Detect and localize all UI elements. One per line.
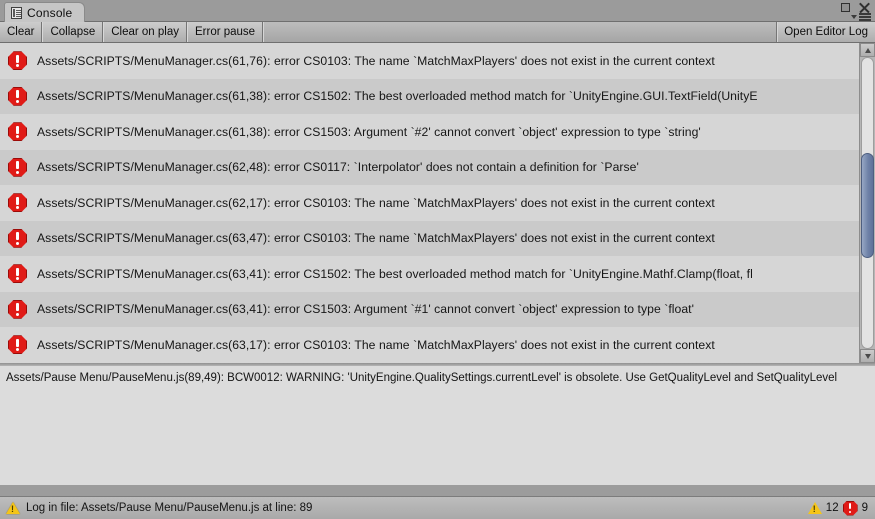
error-icon xyxy=(8,157,27,177)
error-icon xyxy=(8,299,27,319)
log-entry-text: Assets/SCRIPTS/MenuManager.cs(63,17): er… xyxy=(37,337,715,352)
scroll-up-arrow-icon[interactable] xyxy=(860,43,875,57)
hamburger-icon xyxy=(859,13,871,21)
log-entry-row[interactable]: Assets/SCRIPTS/MenuManager.cs(63,17): er… xyxy=(0,327,875,363)
status-counters: 12 9 xyxy=(807,500,870,516)
error-icon xyxy=(8,51,27,71)
log-entry-row[interactable]: Assets/SCRIPTS/MenuManager.cs(63,41): er… xyxy=(0,291,875,327)
log-entry-text: Assets/SCRIPTS/MenuManager.cs(61,38): er… xyxy=(37,89,758,104)
toolbar-spacer xyxy=(263,22,777,42)
log-entry-row[interactable]: Assets/SCRIPTS/MenuManager.cs(63,41): er… xyxy=(0,256,875,292)
log-entry-row[interactable]: Assets/SCRIPTS/MenuManager.cs(63,47): er… xyxy=(0,220,875,256)
open-editor-log-button[interactable]: Open Editor Log xyxy=(776,22,875,42)
error-count-icon xyxy=(842,500,858,516)
log-entry-text: Assets/SCRIPTS/MenuManager.cs(61,38): er… xyxy=(37,124,701,139)
log-entry-list[interactable]: Assets/SCRIPTS/MenuManager.cs(61,76): er… xyxy=(0,43,875,363)
clear-button[interactable]: Clear xyxy=(0,22,43,42)
log-entry-row[interactable]: Assets/SCRIPTS/MenuManager.cs(62,17): er… xyxy=(0,185,875,221)
warning-count: 12 xyxy=(825,502,839,514)
scroll-down-arrow-icon[interactable] xyxy=(860,349,875,363)
error-icon xyxy=(8,335,27,355)
error-icon xyxy=(8,264,27,284)
error-icon xyxy=(8,228,27,248)
log-entry-text: Assets/SCRIPTS/MenuManager.cs(62,48): er… xyxy=(37,160,639,175)
close-icon[interactable] xyxy=(859,2,870,13)
log-entry-text: Assets/SCRIPTS/MenuManager.cs(62,17): er… xyxy=(37,195,715,210)
log-vertical-scrollbar[interactable] xyxy=(859,43,875,363)
tab-console[interactable]: Console xyxy=(4,2,86,22)
clear-on-play-button[interactable]: Clear on play xyxy=(103,22,187,42)
log-detail-text: Assets/Pause Menu/PauseMenu.js(89,49): B… xyxy=(6,372,838,384)
log-entry-row[interactable]: Assets/SCRIPTS/MenuManager.cs(62,48): er… xyxy=(0,149,875,185)
error-pause-button[interactable]: Error pause xyxy=(187,22,264,42)
log-entry-row[interactable]: Assets/SCRIPTS/MenuManager.cs(61,38): er… xyxy=(0,114,875,150)
log-entry-text: Assets/SCRIPTS/MenuManager.cs(63,41): er… xyxy=(37,302,694,317)
warning-count-icon xyxy=(807,502,822,514)
log-entry-text: Assets/SCRIPTS/MenuManager.cs(61,76): er… xyxy=(37,53,715,68)
warning-icon xyxy=(6,502,20,514)
document-list-icon xyxy=(11,6,22,19)
console-toolbar: Clear Collapse Clear on play Error pause… xyxy=(0,22,875,43)
status-message: Log in file: Assets/Pause Menu/PauseMenu… xyxy=(26,502,313,514)
log-entry-row[interactable]: Assets/SCRIPTS/MenuManager.cs(61,76): er… xyxy=(0,43,875,79)
console-window: Console Clear Collapse Clear on play Err… xyxy=(0,0,875,519)
window-titlebar: Console xyxy=(0,0,875,22)
log-entry-text: Assets/SCRIPTS/MenuManager.cs(63,41): er… xyxy=(37,266,753,281)
options-menu-button[interactable] xyxy=(851,13,871,21)
status-bar: Log in file: Assets/Pause Menu/PauseMenu… xyxy=(0,496,875,519)
collapse-button[interactable]: Collapse xyxy=(42,22,104,42)
window-buttons xyxy=(841,2,870,13)
chevron-down-icon xyxy=(851,15,857,19)
log-entry-row[interactable]: Assets/SCRIPTS/MenuManager.cs(61,38): er… xyxy=(0,78,875,114)
error-icon xyxy=(8,193,27,213)
log-detail-panel[interactable]: Assets/Pause Menu/PauseMenu.js(89,49): B… xyxy=(0,366,875,485)
log-entry-text: Assets/SCRIPTS/MenuManager.cs(63,47): er… xyxy=(37,231,715,246)
tab-console-label: Console xyxy=(27,5,73,20)
error-count: 9 xyxy=(861,502,868,514)
maximize-icon[interactable] xyxy=(841,3,850,12)
scrollbar-thumb[interactable] xyxy=(861,153,874,258)
error-icon xyxy=(8,86,27,106)
error-icon xyxy=(8,122,27,142)
